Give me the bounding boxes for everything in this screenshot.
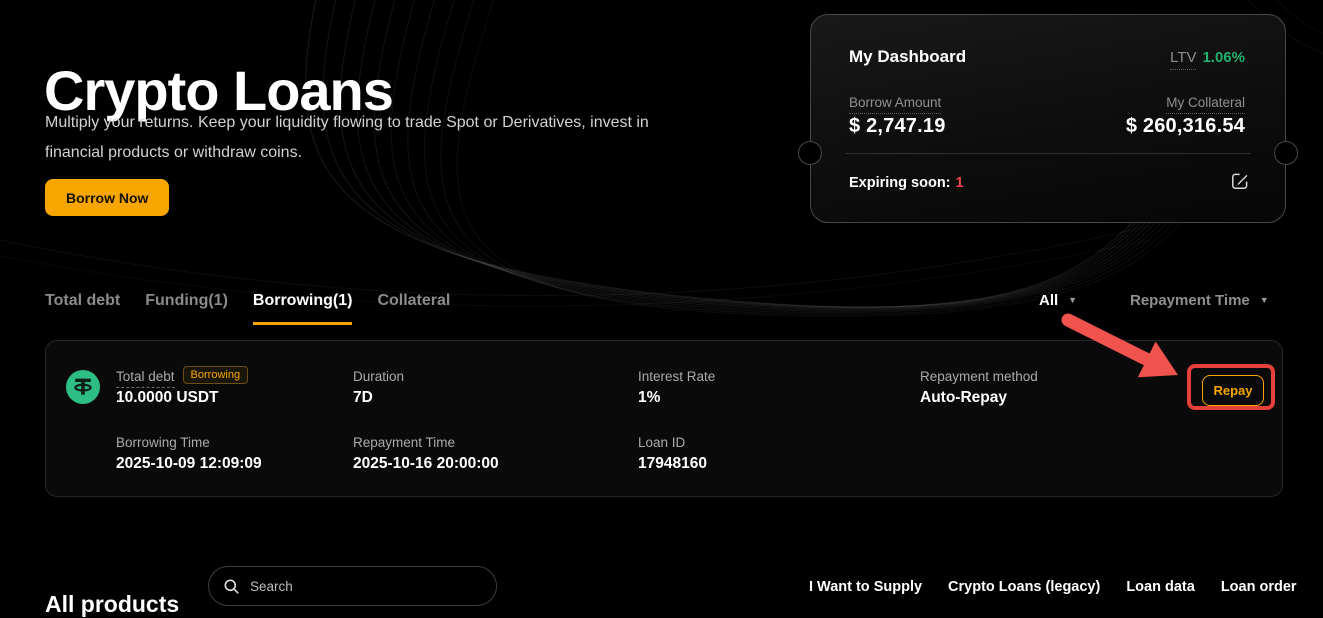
- edit-square-icon: [1230, 171, 1250, 191]
- repayment-method-value: Auto-Repay: [920, 389, 1007, 407]
- edit-dashboard-button[interactable]: [1229, 171, 1251, 193]
- product-search[interactable]: [208, 566, 497, 606]
- interest-rate-label: Interest Rate: [638, 369, 715, 384]
- status-filter-dropdown[interactable]: All ▼: [1039, 292, 1077, 309]
- expiring-soon: Expiring soon: 1: [849, 175, 964, 191]
- all-products-heading: All products: [45, 591, 179, 618]
- repayment-method-label: Repayment method: [920, 369, 1038, 384]
- search-icon: [224, 579, 239, 594]
- borrowing-time-label: Borrowing Time: [116, 435, 210, 450]
- borrowing-status-badge: Borrowing: [183, 366, 249, 384]
- link-loan-data[interactable]: Loan data: [1126, 579, 1194, 595]
- my-dashboard-card: My Dashboard LTV1.06% Borrow Amount My C…: [810, 14, 1286, 223]
- total-debt-value: 10.0000 USDT: [116, 389, 219, 407]
- expiring-soon-label: Expiring soon:: [849, 175, 951, 191]
- borrow-amount-label: Borrow Amount: [849, 95, 941, 110]
- repayment-time-value: 2025-10-16 20:00:00: [353, 455, 499, 473]
- expiring-soon-count: 1: [956, 175, 964, 191]
- repay-button[interactable]: Repay: [1202, 375, 1264, 406]
- collateral-label: My Collateral: [1166, 95, 1245, 110]
- chevron-down-icon: ▼: [1260, 295, 1269, 305]
- tab-funding[interactable]: Funding(1): [145, 292, 228, 325]
- borrow-amount-value: $ 2,747.19: [849, 115, 946, 138]
- loan-id-label: Loan ID: [638, 435, 685, 450]
- loan-id-value: 17948160: [638, 455, 707, 473]
- ltv-value: 1.06%: [1202, 49, 1245, 66]
- search-input[interactable]: [248, 578, 481, 595]
- debt-tabs: Total debt Funding(1) Borrowing(1) Colla…: [45, 292, 450, 325]
- subtitle-line-2: financial products or withdraw coins.: [45, 138, 649, 168]
- interest-rate-value: 1%: [638, 389, 660, 407]
- ltv-label: LTV: [1170, 49, 1196, 70]
- link-crypto-loans-legacy[interactable]: Crypto Loans (legacy): [948, 579, 1100, 595]
- tab-total-debt[interactable]: Total debt: [45, 292, 120, 325]
- link-loan-order[interactable]: Loan order: [1221, 579, 1297, 595]
- tab-borrowing[interactable]: Borrowing(1): [253, 292, 353, 325]
- tab-collateral[interactable]: Collateral: [377, 292, 450, 325]
- card-notch-left: [798, 141, 822, 165]
- borrow-now-button[interactable]: Borrow Now: [45, 179, 169, 216]
- duration-label: Duration: [353, 369, 404, 384]
- page-subtitle: Multiply your returns. Keep your liquidi…: [45, 108, 649, 168]
- usdt-tether-icon: [66, 370, 100, 404]
- status-filter-value: All: [1039, 292, 1058, 309]
- dashboard-divider: [845, 153, 1251, 154]
- sort-filter-value: Repayment Time: [1130, 292, 1250, 309]
- collateral-value: $ 260,316.54: [1126, 115, 1245, 138]
- loan-order-card: Total debtBorrowing 10.0000 USDT Duratio…: [45, 340, 1283, 497]
- dashboard-title: My Dashboard: [849, 47, 966, 67]
- duration-value: 7D: [353, 389, 373, 407]
- chevron-down-icon: ▼: [1068, 295, 1077, 305]
- borrowing-time-value: 2025-10-09 12:09:09: [116, 455, 262, 473]
- ltv-indicator: LTV1.06%: [1170, 49, 1245, 66]
- total-debt-label: Total debtBorrowing: [116, 369, 248, 387]
- card-notch-right: [1274, 141, 1298, 165]
- repayment-time-label: Repayment Time: [353, 435, 455, 450]
- sort-filter-dropdown[interactable]: Repayment Time ▼: [1130, 292, 1269, 309]
- subtitle-line-1: Multiply your returns. Keep your liquidi…: [45, 108, 649, 138]
- bottom-links: I Want to Supply Crypto Loans (legacy) L…: [809, 579, 1297, 595]
- link-i-want-to-supply[interactable]: I Want to Supply: [809, 579, 922, 595]
